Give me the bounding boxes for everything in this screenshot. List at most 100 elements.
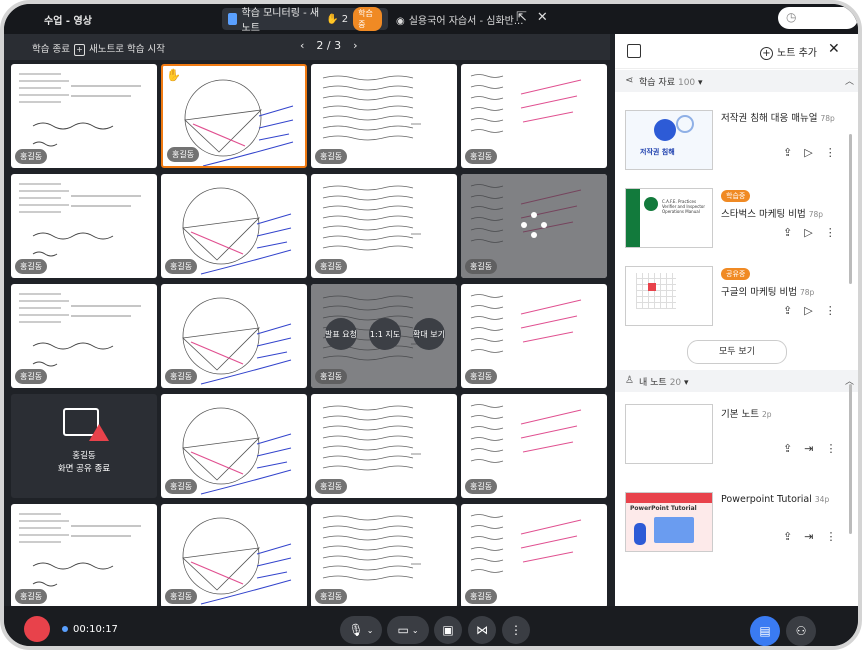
thumb-title: 저작권 침해: [640, 148, 675, 156]
student-name-badge: 홍길동: [465, 259, 498, 274]
more-icon[interactable]: ⋮: [825, 442, 836, 455]
student-name-badge: 홍길동: [165, 259, 198, 274]
add-note-button[interactable]: + 노트 추가: [760, 44, 817, 60]
student-screen-tile[interactable]: 홍길동: [461, 64, 607, 168]
student-screen-tile[interactable]: 홍길동: [311, 394, 457, 498]
mic-button[interactable]: 🎙 ⌄: [340, 616, 382, 644]
end-study-button[interactable]: 학습 종료: [32, 41, 70, 55]
share-icon[interactable]: ⇪: [783, 304, 792, 317]
note-pages: 34p: [814, 495, 830, 504]
note-pages: 2p: [761, 410, 772, 419]
student-screen-tile[interactable]: 홍길동: [11, 284, 157, 388]
student-screen-tile[interactable]: 홍길동: [311, 504, 457, 608]
export-icon[interactable]: ⇥: [804, 530, 813, 543]
chevron-left-icon[interactable]: ‹: [300, 39, 304, 52]
close-icon[interactable]: ✕: [537, 10, 548, 25]
chevron-up-icon[interactable]: ︿: [845, 74, 854, 87]
student-screen-tile[interactable]: 홍길동: [11, 174, 157, 278]
screen-share-button[interactable]: ▣: [434, 616, 462, 644]
material-title: 저작권 침해 대응 매뉴얼: [721, 113, 818, 124]
chevron-down-icon: ⌄: [411, 625, 419, 635]
note-thumbnail: PowerPoint Tutorial: [625, 492, 713, 552]
more-icon[interactable]: ⋮: [825, 530, 836, 543]
student-name-badge: 홍길동: [315, 369, 348, 384]
tab-monitoring-label: 학습 모니터링 - 새노트: [241, 8, 320, 34]
play-icon[interactable]: ▷: [804, 304, 812, 317]
student-screen-tile[interactable]: 홍길동: [161, 174, 307, 278]
bottom-bar: 00:10:17 🎙 ⌄ ▭ ⌄ ▣ ⋈ ⋮ ▤ ⚇: [4, 606, 858, 646]
share-end-message: 화면 공유 종료: [57, 464, 111, 474]
student-screen-tile[interactable]: 홍길동: [161, 284, 307, 388]
see-all-button[interactable]: 모두 보기: [687, 340, 787, 364]
pager: ‹ 2 / 3 ›: [294, 39, 364, 52]
play-icon[interactable]: ▷: [804, 226, 812, 239]
people-button[interactable]: ⚇: [786, 616, 816, 646]
share-nodes-icon: ⋖: [625, 75, 634, 86]
more-icon[interactable]: ⋮: [825, 146, 836, 159]
material-badge: 학습중: [721, 190, 751, 202]
hand-raise-icon: ✋: [166, 68, 181, 82]
student-name-badge: 홍길동: [165, 589, 198, 604]
eye-icon: ◉: [396, 16, 405, 27]
student-screen-tile[interactable]: 홍길동: [461, 284, 607, 388]
student-name-badge: 홍길동: [15, 259, 48, 274]
more-button[interactable]: ⋮: [502, 616, 530, 644]
student-name-badge: 홍길동: [165, 369, 198, 384]
screen-share-ended: 홍길동 화면 공유 종료: [11, 394, 157, 498]
student-screen-tile[interactable]: 홍길동: [11, 64, 157, 168]
session-timer: 00:10:17: [62, 624, 118, 635]
caret-down-icon: ▾: [684, 378, 689, 388]
more-icon[interactable]: ⋮: [825, 304, 836, 317]
export-icon[interactable]: ⇥: [804, 442, 813, 455]
student-name-badge: 홍길동: [465, 479, 498, 494]
student-screen-tile[interactable]: ✋ 홍길동: [161, 64, 307, 168]
external-link-icon[interactable]: ⇱: [516, 10, 527, 25]
student-screen-tile[interactable]: 홍길동: [461, 394, 607, 498]
share-icon[interactable]: ⇪: [783, 442, 792, 455]
network-button[interactable]: ⋈: [468, 616, 496, 644]
plus-icon: +: [74, 44, 85, 56]
cabinet-button[interactable]: ▤: [750, 616, 780, 646]
student-name-badge: 홍길동: [167, 147, 200, 162]
caret-down-icon: ▾: [698, 78, 703, 88]
student-screen-tile[interactable]: 홍길동 화면 공유 종료: [11, 394, 157, 498]
thumb-title: PowerPoint Tutorial: [630, 505, 697, 512]
people-icon: ⚇: [795, 624, 807, 638]
share-icon[interactable]: ⇪: [783, 226, 792, 239]
top-actions: ⇱ ✕: [516, 10, 558, 25]
material-pages: 78p: [808, 210, 824, 219]
one-on-one-button[interactable]: 1:1 지도: [369, 318, 401, 350]
close-icon[interactable]: ✕: [828, 41, 840, 57]
student-screen-tile[interactable]: 발표 요청 1:1 지도 확대 보기홍길동: [311, 284, 457, 388]
materials-section-header[interactable]: ⋖ 학습 자료 100 ▾ ︿: [615, 70, 858, 92]
materials-scrollbar[interactable]: [849, 134, 852, 284]
student-screen-tile[interactable]: 홍길동: [461, 504, 607, 608]
record-button[interactable]: [24, 616, 50, 642]
notes-scrollbar[interactable]: [849, 384, 852, 534]
add-note-label: 노트 추가: [777, 48, 817, 59]
zoom-view-button[interactable]: 확대 보기: [413, 318, 445, 350]
new-note-start-button[interactable]: + 새노트로 학습 시작: [74, 41, 165, 56]
student-screen-tile[interactable]: 홍길동: [311, 174, 457, 278]
more-icon[interactable]: ⋮: [825, 226, 836, 239]
tab-monitoring[interactable]: 학습 모니터링 - 새노트 ✋ 2 학습중: [222, 7, 388, 34]
student-name-badge: 홍길동: [165, 479, 198, 494]
student-grid: 홍길동 ✋ 홍길동 홍길동 홍길동 홍길동 홍길동 홍길동 홍길동 홍길동 홍길동 발표 요청 1:1 …: [11, 64, 607, 608]
tab-reading[interactable]: ◉ 실용국어 자습서 - 심화반...: [396, 12, 523, 27]
notes-section-header[interactable]: ♙ 내 노트 20 ▾ ︿: [615, 370, 858, 392]
play-icon[interactable]: ▷: [804, 146, 812, 159]
camera-button[interactable]: ▭ ⌄: [387, 616, 429, 644]
student-screen-tile[interactable]: 홍길동: [161, 504, 307, 608]
student-screen-tile[interactable]: 홍길동: [161, 394, 307, 498]
chevron-right-icon[interactable]: ›: [353, 39, 357, 52]
student-screen-tile[interactable]: 홍길동: [311, 64, 457, 168]
student-screen-tile[interactable]: 홍길동: [461, 174, 607, 278]
share-icon[interactable]: ⇪: [783, 146, 792, 159]
student-screen-tile[interactable]: 홍길동: [11, 504, 157, 608]
material-pages: 78p: [799, 288, 815, 297]
app-name: 수업 - 영상: [44, 16, 92, 27]
person-icon: ♙: [625, 375, 634, 386]
clock-pill[interactable]: ◷: [778, 7, 858, 29]
share-icon[interactable]: ⇪: [783, 530, 792, 543]
present-request-button[interactable]: 발표 요청: [325, 318, 357, 350]
